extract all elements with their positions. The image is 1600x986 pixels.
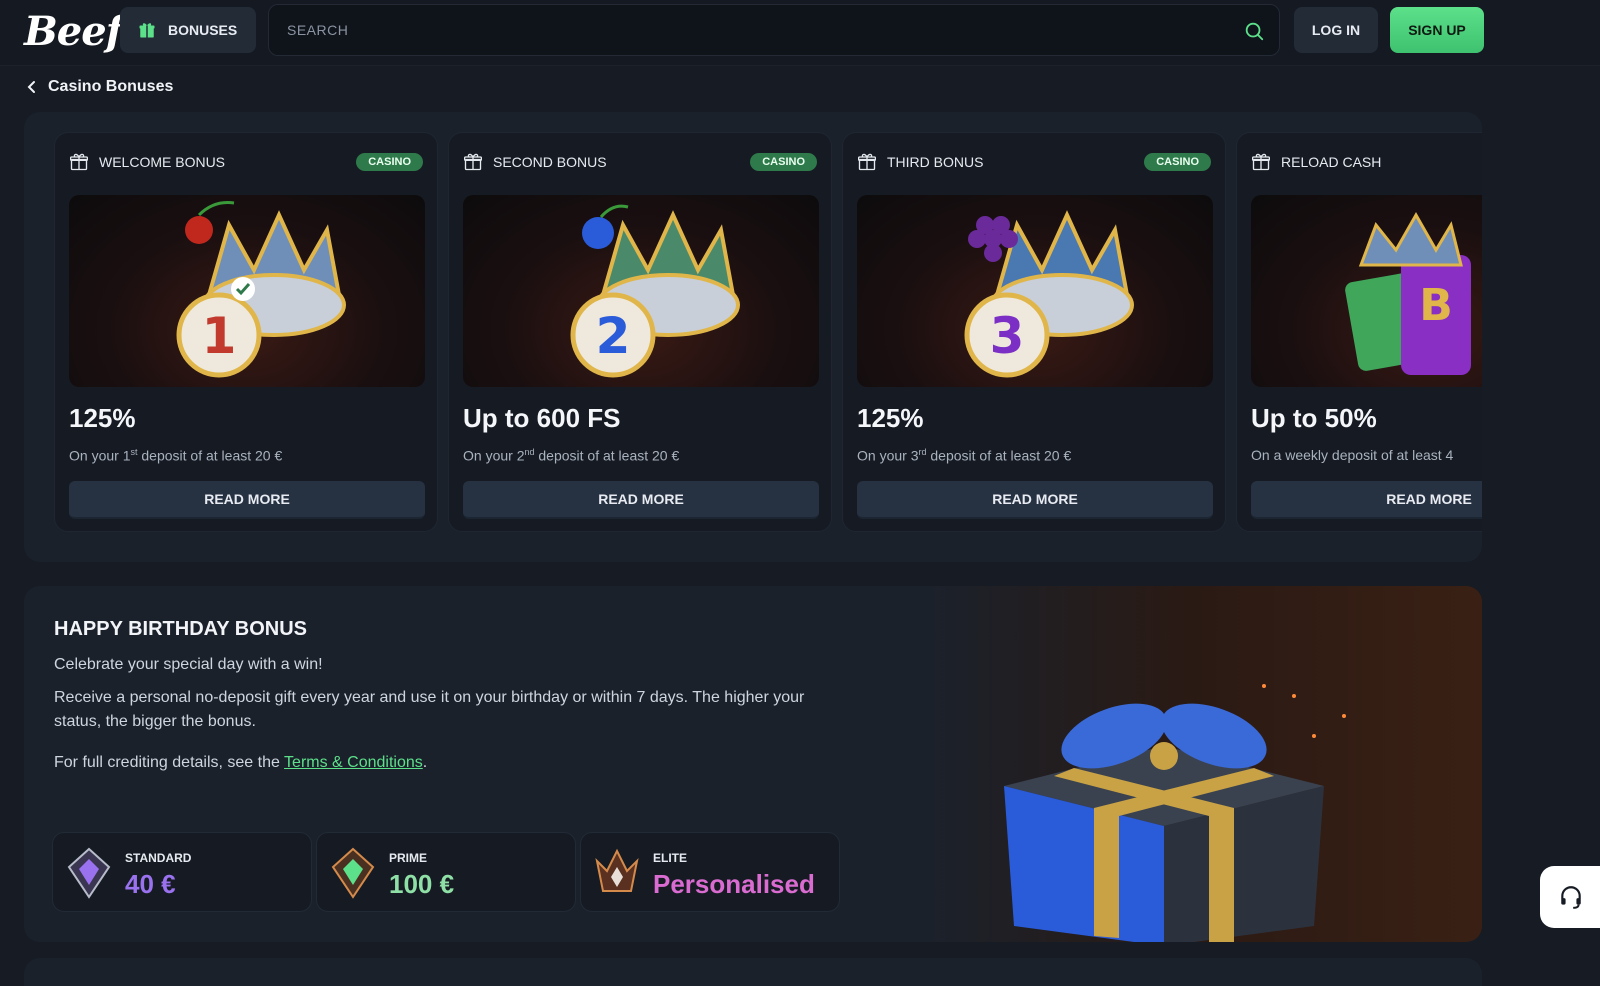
bonus-card-description: On your 3rd deposit of at least 20 € bbox=[857, 447, 1072, 464]
gift-icon bbox=[70, 153, 88, 171]
casino-badge: CASINO bbox=[1144, 153, 1211, 171]
bonus-card-title: 125% bbox=[857, 403, 924, 433]
bonus-card-second[interactable]: SECOND BONUS CASINO 2 Up to 600 FS On yo… bbox=[448, 132, 832, 532]
birthday-subtitle: Celebrate your special day with a win! bbox=[54, 656, 323, 673]
tier-label: STANDARD bbox=[125, 851, 192, 865]
bonus-card-image: 3 bbox=[857, 195, 1213, 387]
bonus-card-image: B bbox=[1251, 195, 1482, 387]
read-more-button[interactable]: READ MORE bbox=[857, 481, 1213, 519]
bonus-card-welcome[interactable]: WELCOME BONUS CASINO 1 125% On your 1st … bbox=[54, 132, 438, 532]
tier-label: PRIME bbox=[389, 851, 428, 865]
birthday-bonus-section: HAPPY BIRTHDAY BONUS Celebrate your spec… bbox=[24, 586, 1482, 942]
login-button[interactable]: LOG IN bbox=[1294, 7, 1378, 53]
bonus-card-name: WELCOME BONUS bbox=[99, 154, 226, 170]
gift-icon bbox=[464, 153, 482, 171]
bonus-cards-carousel[interactable]: WELCOME BONUS CASINO 1 125% On your 1st … bbox=[54, 132, 1482, 542]
bonus-card-description: On your 2nd deposit of at least 20 € bbox=[463, 447, 680, 464]
bonus-card-name: SECOND BONUS bbox=[493, 154, 607, 170]
next-section-edge bbox=[24, 958, 1482, 986]
elite-crown-icon bbox=[595, 848, 639, 892]
gift-box-illustration bbox=[1004, 684, 1346, 942]
tier-elite: ELITE Personalised bbox=[580, 832, 840, 912]
gift-icon bbox=[1252, 153, 1270, 171]
signup-button[interactable]: SIGN UP bbox=[1390, 7, 1484, 53]
support-button[interactable] bbox=[1540, 866, 1600, 928]
terms-link[interactable]: Terms & Conditions bbox=[284, 754, 423, 771]
bonus-card-name: THIRD BONUS bbox=[887, 154, 984, 170]
bonus-card-title: 125% bbox=[69, 403, 136, 433]
bonus-card-title: Up to 600 FS bbox=[463, 403, 621, 433]
read-more-button[interactable]: READ MORE bbox=[69, 481, 425, 519]
headset-icon bbox=[1561, 886, 1581, 909]
standard-gem-icon bbox=[67, 847, 111, 899]
crown-number-art: 1 bbox=[176, 201, 346, 378]
tier-value: Personalised bbox=[653, 869, 815, 899]
crown-number-art: 2 bbox=[570, 204, 740, 378]
bonus-card-image: 2 bbox=[463, 195, 819, 387]
birthday-terms: For full crediting details, see the Term… bbox=[54, 754, 428, 771]
tier-value: 100 € bbox=[389, 869, 455, 899]
crown-number-art: 3 bbox=[964, 210, 1134, 378]
prime-gem-icon bbox=[331, 847, 375, 899]
search-input[interactable] bbox=[269, 5, 1169, 55]
gift-icon bbox=[858, 153, 876, 171]
search-bar[interactable] bbox=[268, 4, 1280, 56]
birthday-description: Receive a personal no-deposit gift every… bbox=[54, 689, 805, 730]
birthday-title: HAPPY BIRTHDAY BONUS bbox=[54, 618, 308, 640]
casino-badge: CASINO bbox=[356, 153, 423, 171]
svg-text:3: 3 bbox=[990, 307, 1025, 365]
search-icon[interactable] bbox=[1243, 20, 1265, 42]
site-logo[interactable]: Beef bbox=[24, 8, 123, 55]
svg-text:1: 1 bbox=[202, 307, 237, 365]
bonus-card-description: On your 1st deposit of at least 20 € bbox=[69, 447, 283, 464]
tier-prime: PRIME 100 € bbox=[316, 832, 576, 912]
tier-label: ELITE bbox=[653, 851, 688, 865]
bonus-card-title: Up to 50% bbox=[1251, 403, 1377, 433]
tier-standard: STANDARD 40 € bbox=[52, 832, 312, 912]
svg-text:B: B bbox=[1419, 280, 1453, 331]
gift-icon bbox=[139, 23, 155, 38]
svg-text:2: 2 bbox=[596, 307, 631, 365]
bonus-card-name: RELOAD CASH bbox=[1281, 154, 1382, 170]
bonus-card-image: 1 bbox=[69, 195, 425, 387]
casino-badge: CASINO bbox=[750, 153, 817, 171]
bonus-cards-panel: WELCOME BONUS CASINO 1 125% On your 1st … bbox=[24, 112, 1482, 562]
top-header: Beef BONUSES LOG IN SIGN UP bbox=[0, 0, 1600, 66]
chevron-left-icon[interactable] bbox=[26, 80, 38, 94]
breadcrumb[interactable]: Casino Bonuses bbox=[26, 78, 173, 96]
bonus-card-third[interactable]: THIRD BONUS CASINO 3 125% On your 3rd de… bbox=[842, 132, 1226, 532]
bonus-card-description: On a weekly deposit of at least 4 bbox=[1251, 447, 1454, 463]
cash-crown-art: B bbox=[1345, 211, 1471, 375]
breadcrumb-label: Casino Bonuses bbox=[48, 78, 174, 95]
bonuses-label: BONUSES bbox=[168, 22, 238, 38]
tier-value: 40 € bbox=[125, 869, 176, 899]
bonus-card-reload[interactable]: RELOAD CASH B Up to 50% On a weekly depo… bbox=[1236, 132, 1482, 532]
bonuses-button[interactable]: BONUSES bbox=[120, 7, 256, 53]
read-more-button[interactable]: READ MORE bbox=[463, 481, 819, 519]
read-more-button[interactable]: READ MORE bbox=[1251, 481, 1482, 519]
